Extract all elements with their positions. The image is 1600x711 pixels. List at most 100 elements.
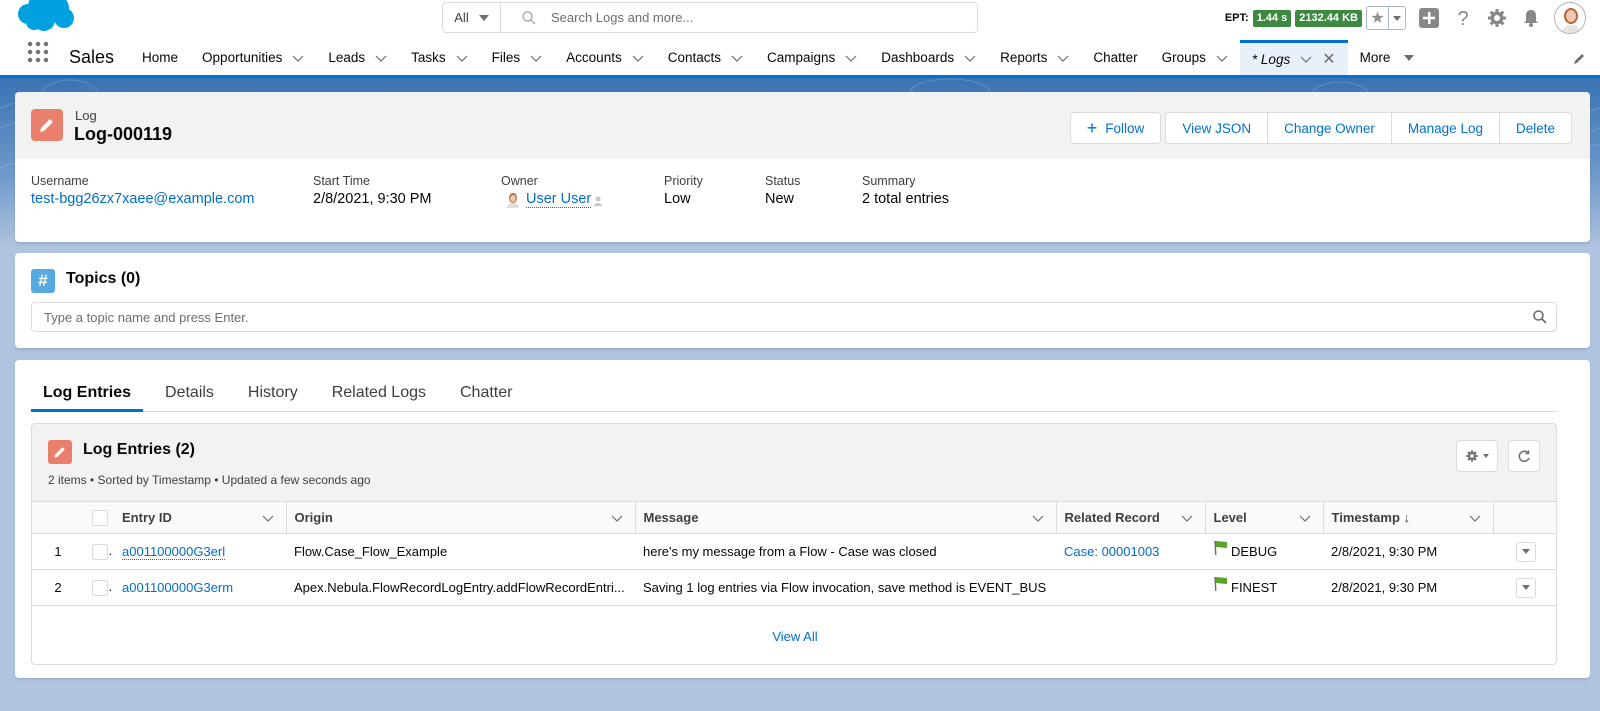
chevron-down-icon[interactable] bbox=[292, 52, 304, 64]
topic-input[interactable] bbox=[32, 309, 1532, 325]
view-json-button[interactable]: View JSON bbox=[1165, 112, 1269, 144]
row-checkbox[interactable] bbox=[92, 579, 108, 596]
column-header-entry-id[interactable]: Entry ID bbox=[114, 501, 286, 534]
nav-item-campaigns[interactable]: Campaigns bbox=[755, 40, 869, 75]
nav-item-label: Campaigns bbox=[766, 50, 836, 65]
log-record-icon bbox=[31, 109, 63, 141]
salesforce-logo-icon[interactable] bbox=[14, 0, 76, 36]
field-value: Low bbox=[664, 191, 691, 207]
row-actions-menu[interactable] bbox=[1515, 541, 1536, 562]
follow-button-label: Follow bbox=[1105, 120, 1145, 136]
user-photo-icon bbox=[1555, 3, 1585, 33]
chevron-down-icon[interactable] bbox=[845, 52, 857, 64]
search-icon bbox=[522, 10, 536, 25]
entry-id-link[interactable]: a001100000G3erl bbox=[122, 544, 226, 560]
chevron-down-icon[interactable] bbox=[456, 52, 468, 64]
delete-button[interactable]: Delete bbox=[1498, 112, 1572, 144]
chevron-down-icon[interactable] bbox=[1032, 512, 1044, 524]
column-header-timestamp[interactable]: Timestamp ↓ bbox=[1322, 501, 1493, 534]
field-summary: Summary 2 total entries bbox=[862, 174, 1062, 208]
nav-item-contacts[interactable]: Contacts bbox=[656, 40, 755, 75]
nav-item-leads[interactable]: Leads bbox=[316, 40, 399, 75]
edit-nav-pencil-icon[interactable] bbox=[1572, 52, 1586, 66]
topics-input-wrap bbox=[31, 302, 1557, 332]
tab-related-logs[interactable]: Related Logs bbox=[320, 379, 438, 412]
change-owner-icon[interactable] bbox=[593, 194, 605, 206]
chevron-down-icon[interactable] bbox=[375, 52, 387, 64]
chevron-down-icon[interactable] bbox=[1057, 52, 1069, 64]
setup-gear-icon[interactable] bbox=[1486, 7, 1508, 29]
hashtag-icon: # bbox=[31, 269, 55, 293]
field-label: Owner bbox=[501, 174, 538, 188]
row-number: 2 bbox=[32, 569, 84, 606]
tab-history[interactable]: History bbox=[236, 379, 310, 412]
column-header-related-record[interactable]: Related Record bbox=[1055, 501, 1205, 534]
origin-cell: Flow.Case_Flow_Example bbox=[286, 533, 635, 570]
nav-item-chatter[interactable]: Chatter bbox=[1081, 40, 1149, 75]
nav-item-groups[interactable]: Groups bbox=[1150, 40, 1240, 75]
nav-item-tasks[interactable]: Tasks bbox=[399, 40, 480, 75]
row-actions-menu[interactable] bbox=[1515, 577, 1536, 598]
manage-log-button[interactable]: Manage Log bbox=[1390, 112, 1500, 144]
related-record-cell bbox=[1056, 569, 1205, 606]
highlight-fields: Username test-bgg26zx7xaee@example.com S… bbox=[31, 174, 1062, 208]
search-scope-dropdown[interactable]: All bbox=[443, 3, 501, 32]
chevron-down-icon[interactable] bbox=[262, 512, 274, 524]
nav-item-label: Opportunities bbox=[202, 50, 283, 65]
tab-chatter[interactable]: Chatter bbox=[448, 379, 524, 412]
global-actions-plus-icon[interactable] bbox=[1418, 7, 1440, 29]
row-checkbox[interactable] bbox=[92, 543, 108, 560]
entry-id-link[interactable]: a001100000G3erm bbox=[122, 580, 233, 595]
nav-item-logs-active[interactable]: * Logs ✕ bbox=[1239, 40, 1348, 75]
select-all-checkbox[interactable] bbox=[92, 509, 108, 526]
chevron-down-icon[interactable] bbox=[964, 52, 976, 64]
owner-avatar-icon bbox=[507, 192, 519, 208]
owner-link[interactable]: User User bbox=[526, 191, 592, 208]
column-header-origin[interactable]: Origin bbox=[285, 501, 635, 534]
nav-item-dashboards[interactable]: Dashboards bbox=[869, 40, 988, 75]
search-icon[interactable] bbox=[1532, 309, 1548, 325]
chevron-down-icon[interactable] bbox=[1216, 52, 1228, 64]
column-header-message[interactable]: Message bbox=[634, 501, 1056, 534]
view-all-link[interactable]: View All bbox=[772, 629, 817, 644]
chevron-down-icon[interactable] bbox=[1300, 53, 1312, 65]
user-avatar[interactable] bbox=[1554, 2, 1586, 34]
tab-log-entries[interactable]: Log Entries bbox=[31, 379, 144, 412]
column-header-level[interactable]: Level bbox=[1204, 501, 1323, 534]
chevron-down-icon[interactable] bbox=[611, 512, 623, 524]
related-list-title[interactable]: Log Entries (2) bbox=[83, 441, 195, 459]
nav-item-label: Chatter bbox=[1093, 50, 1138, 65]
chevron-down-icon[interactable] bbox=[632, 52, 644, 64]
username-link[interactable]: test-bgg26zx7xaee@example.com bbox=[31, 191, 254, 207]
nav-item-label: Files bbox=[491, 50, 521, 65]
chevron-down-icon[interactable] bbox=[1469, 512, 1481, 524]
chevron-down-icon[interactable] bbox=[1299, 512, 1311, 524]
chevron-down-icon[interactable] bbox=[530, 52, 542, 64]
chevron-down-icon[interactable] bbox=[1181, 512, 1193, 524]
nav-item-label: Groups bbox=[1161, 50, 1206, 65]
nav-item-opportunities[interactable]: Opportunities bbox=[190, 40, 316, 75]
record-header: Log Log-000119 + Follow View JSON Change… bbox=[15, 92, 1590, 159]
nav-item-reports[interactable]: Reports bbox=[988, 40, 1081, 75]
list-settings-button[interactable] bbox=[1456, 440, 1498, 472]
nav-item-files[interactable]: Files bbox=[480, 40, 555, 75]
nav-item-accounts[interactable]: Accounts bbox=[554, 40, 656, 75]
favorites-star-icon[interactable]: ★ bbox=[1367, 7, 1389, 29]
follow-button[interactable]: + Follow bbox=[1069, 112, 1162, 144]
favorites-dropdown[interactable] bbox=[1389, 7, 1405, 29]
record-action-group: View JSON Change Owner Manage Log Delete bbox=[1165, 112, 1572, 144]
record-actions: + Follow View JSON Change Owner Manage L… bbox=[1069, 112, 1572, 144]
related-record-link[interactable]: Case: 00001003 bbox=[1064, 544, 1159, 559]
nav-item-home[interactable]: Home bbox=[130, 40, 190, 75]
tab-details[interactable]: Details bbox=[153, 379, 226, 412]
app-launcher-icon[interactable] bbox=[25, 40, 51, 64]
nav-more-menu[interactable]: More bbox=[1348, 40, 1427, 75]
refresh-icon bbox=[1518, 450, 1530, 462]
change-owner-button[interactable]: Change Owner bbox=[1267, 112, 1392, 144]
refresh-button[interactable] bbox=[1508, 440, 1540, 472]
notifications-bell-icon[interactable] bbox=[1520, 7, 1542, 29]
help-icon[interactable]: ? bbox=[1452, 7, 1474, 29]
search-input[interactable] bbox=[551, 10, 977, 25]
close-tab-icon[interactable]: ✕ bbox=[1322, 49, 1335, 69]
chevron-down-icon[interactable] bbox=[731, 52, 743, 64]
